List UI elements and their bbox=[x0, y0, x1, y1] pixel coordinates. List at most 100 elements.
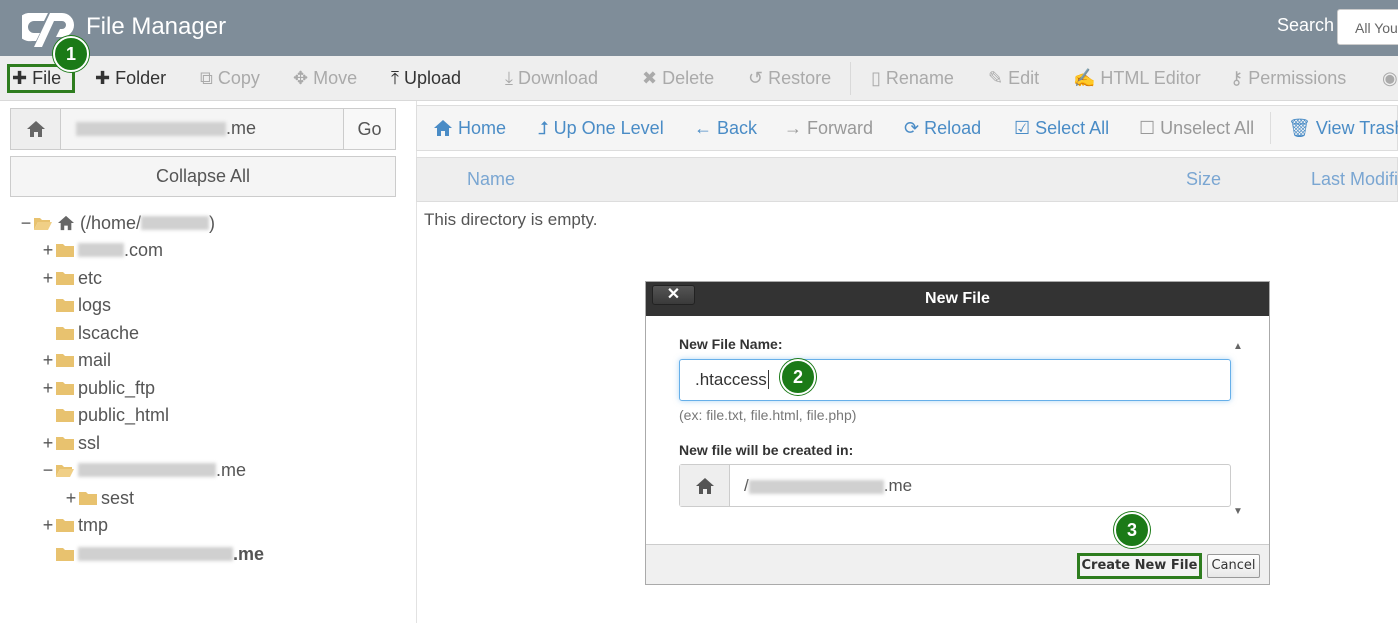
home-icon bbox=[434, 120, 452, 136]
redacted-text bbox=[141, 216, 210, 230]
expand-toggle-icon[interactable]: + bbox=[42, 433, 54, 454]
move-icon: ✥ bbox=[293, 68, 309, 88]
tree-item-ssl[interactable]: + ssl bbox=[42, 430, 100, 456]
collapse-toggle-icon[interactable]: − bbox=[42, 460, 54, 481]
redacted-text bbox=[78, 463, 216, 477]
back-button[interactable]: ← Back bbox=[694, 106, 757, 150]
tree-item-etc[interactable]: + etc bbox=[42, 265, 102, 291]
html-editor-button[interactable]: ✍ HTML Editor bbox=[1073, 56, 1201, 101]
eye-icon: ◉ bbox=[1382, 68, 1398, 88]
path-bar: .me Go bbox=[10, 108, 396, 150]
main-toolbar: ✚ File ✚ Folder ⧉ Copy ✥ Move ⤒ Upload ⤓ Downl… bbox=[0, 56, 1398, 101]
step-badge-2: 2 bbox=[780, 359, 816, 395]
app-title: File Manager bbox=[86, 13, 227, 40]
search-scope-select[interactable]: All You bbox=[1337, 9, 1398, 45]
copy-icon: ⧉ bbox=[200, 68, 213, 88]
up-one-level-button[interactable]: ⮥ Up One Level bbox=[538, 106, 664, 150]
checkbox-empty-icon: ☐ bbox=[1139, 118, 1156, 138]
expand-toggle-icon[interactable]: + bbox=[42, 350, 54, 371]
home-button[interactable]: Home bbox=[433, 106, 506, 150]
navigation-bar: Home ⮥ Up One Level ← Back → Forward ⟳ Reloa… bbox=[416, 105, 1398, 151]
rename-button[interactable]: ▯ Rename bbox=[871, 56, 954, 101]
location-input[interactable]: / .me bbox=[679, 464, 1231, 507]
expand-toggle-icon[interactable]: + bbox=[42, 268, 54, 289]
search-label: Search bbox=[1277, 15, 1335, 35]
dialog-title: New File bbox=[925, 290, 990, 307]
tree-item-domain-com[interactable]: + .com bbox=[42, 237, 163, 263]
file-name-hint: (ex: file.txt, file.html, file.php) bbox=[679, 407, 857, 423]
arrow-right-icon: → bbox=[784, 118, 802, 138]
delete-button[interactable]: ✖ Delete bbox=[642, 56, 714, 101]
text-cursor bbox=[767, 370, 769, 389]
expand-toggle-icon[interactable]: + bbox=[42, 240, 54, 261]
home-icon[interactable] bbox=[11, 109, 61, 149]
folder-open-icon bbox=[34, 218, 52, 230]
scroll-down-arrow-icon[interactable]: ▼ bbox=[1233, 506, 1243, 517]
go-button[interactable]: Go bbox=[343, 109, 395, 149]
expand-toggle-icon[interactable]: + bbox=[42, 515, 54, 536]
column-name[interactable]: Name bbox=[467, 169, 515, 190]
new-folder-button[interactable]: ✚ Folder bbox=[95, 56, 166, 101]
tree-item-lscache[interactable]: lscache bbox=[42, 320, 139, 346]
undo-icon: ↺ bbox=[748, 68, 764, 88]
upload-icon: ⤒ bbox=[391, 68, 399, 88]
column-size[interactable]: Size bbox=[1186, 169, 1221, 190]
home-icon bbox=[680, 465, 730, 506]
cancel-button[interactable]: Cancel bbox=[1207, 554, 1260, 578]
location-label: New file will be created in: bbox=[679, 442, 854, 458]
column-last-modified[interactable]: Last Modifie bbox=[1311, 169, 1398, 190]
move-button[interactable]: ✥ Move bbox=[293, 56, 357, 101]
unselect-all-button[interactable]: ☐ Unselect All bbox=[1139, 106, 1254, 150]
file-table-header: Name Size Last Modifie bbox=[416, 157, 1398, 202]
tree-item-public-ftp[interactable]: + public_ftp bbox=[42, 375, 155, 401]
arrow-left-icon: ← bbox=[694, 118, 712, 138]
folder-icon bbox=[56, 519, 74, 532]
reload-button[interactable]: ⟳ Reload bbox=[904, 106, 981, 150]
tree-item-root[interactable]: − (/home/) bbox=[20, 210, 215, 236]
folder-icon bbox=[56, 382, 74, 395]
view-button[interactable]: ◉ bbox=[1382, 56, 1398, 101]
folder-icon bbox=[56, 437, 74, 450]
expand-toggle-icon[interactable]: + bbox=[42, 378, 54, 399]
tree-item-current-domain[interactable]: .me bbox=[42, 541, 264, 567]
collapse-all-button[interactable]: Collapse All bbox=[10, 156, 396, 197]
collapse-toggle-icon[interactable]: − bbox=[20, 213, 32, 234]
step-badge-3: 3 bbox=[1114, 512, 1150, 548]
redacted-text bbox=[78, 547, 233, 561]
upload-button[interactable]: ⤒ Upload bbox=[391, 56, 461, 101]
folder-icon bbox=[56, 272, 74, 285]
path-input[interactable]: .me bbox=[62, 109, 343, 149]
folder-icon bbox=[56, 409, 74, 422]
forward-button[interactable]: → Forward bbox=[784, 106, 873, 150]
copy-button[interactable]: ⧉ Copy bbox=[200, 56, 260, 101]
tree-item-tmp[interactable]: + tmp bbox=[42, 512, 108, 538]
edit-button[interactable]: ✎ Edit bbox=[988, 56, 1039, 101]
file-name-input[interactable]: .htaccess bbox=[679, 359, 1231, 401]
folder-icon bbox=[79, 492, 97, 505]
restore-button[interactable]: ↺ Restore bbox=[748, 56, 831, 101]
plus-icon: ✚ bbox=[95, 68, 111, 88]
dialog-footer: Create New File Cancel bbox=[646, 544, 1269, 584]
download-button[interactable]: ⤓ Download bbox=[505, 56, 598, 101]
tree-item-public-html[interactable]: public_html bbox=[42, 402, 169, 428]
create-new-file-button[interactable]: Create New File bbox=[1077, 553, 1202, 579]
scroll-up-arrow-icon[interactable]: ▲ bbox=[1233, 341, 1243, 352]
permissions-button[interactable]: ⚷ Permissions bbox=[1230, 56, 1346, 101]
trash-icon: 🗑 bbox=[1288, 118, 1311, 138]
view-trash-button[interactable]: 🗑 View Trash bbox=[1288, 106, 1398, 150]
file-name-label: New File Name: bbox=[679, 336, 783, 352]
redacted-text bbox=[78, 243, 124, 257]
select-all-button[interactable]: ☑ Select All bbox=[1014, 106, 1109, 150]
tree-item-domain-me[interactable]: − .me bbox=[42, 457, 246, 483]
key-icon: ⚷ bbox=[1230, 68, 1244, 88]
dialog-header: ✕ New File bbox=[646, 282, 1269, 316]
expand-toggle-icon[interactable]: + bbox=[65, 488, 77, 509]
folder-icon bbox=[56, 354, 74, 367]
download-icon: ⤓ bbox=[505, 68, 513, 88]
tree-item-mail[interactable]: + mail bbox=[42, 347, 111, 373]
empty-directory-message: This directory is empty. bbox=[424, 210, 598, 229]
folder-icon bbox=[56, 299, 74, 312]
checkbox-checked-icon: ☑ bbox=[1014, 118, 1031, 138]
tree-item-logs[interactable]: logs bbox=[42, 292, 111, 318]
tree-item-sest[interactable]: + sest bbox=[65, 485, 134, 511]
